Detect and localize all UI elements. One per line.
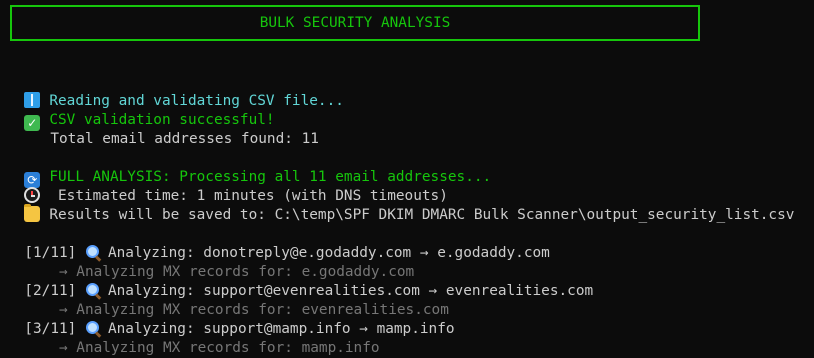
entry-mx-line: → Analyzing MX records for: evenrealitie… xyxy=(7,282,449,318)
status-line-estimated: Estimated time: 1 minutes (with DNS time… xyxy=(7,168,448,204)
status-line-reading: Reading and validating CSV file... xyxy=(7,73,344,109)
entry-mx-line: → Analyzing MX records for: mamp.info xyxy=(7,320,380,356)
title-banner: BULK SECURITY ANALYSIS xyxy=(10,5,700,41)
status-line-total: Total email addresses found: 11 xyxy=(7,111,319,147)
folder-icon xyxy=(24,204,41,222)
status-line-validated: ✓ CSV validation successful! xyxy=(7,92,275,131)
entry-analyzing-line: [2/11] Analyzing: support@evenrealities.… xyxy=(7,263,593,299)
total-text: Total email addresses found: 11 xyxy=(24,131,319,147)
results-path-text: Results will be saved to: C:\temp\SPF DK… xyxy=(49,207,795,223)
entry-analyzing-line: [1/11] Analyzing: donotreply@e.godaddy.c… xyxy=(7,225,550,261)
entry-mx-text: → Analyzing MX records for: mamp.info xyxy=(24,340,380,356)
status-line-results: Results will be saved to: C:\temp\SPF DK… xyxy=(7,187,794,223)
entry-analyzing-line: [3/11] Analyzing: support@mamp.info → ma… xyxy=(7,301,455,337)
status-line-full-analysis: ⟳ FULL ANALYSIS: Processing all 11 email … xyxy=(7,149,491,188)
entry-mx-line: → Analyzing MX records for: e.godaddy.co… xyxy=(7,244,414,280)
banner-title: BULK SECURITY ANALYSIS xyxy=(259,15,451,31)
